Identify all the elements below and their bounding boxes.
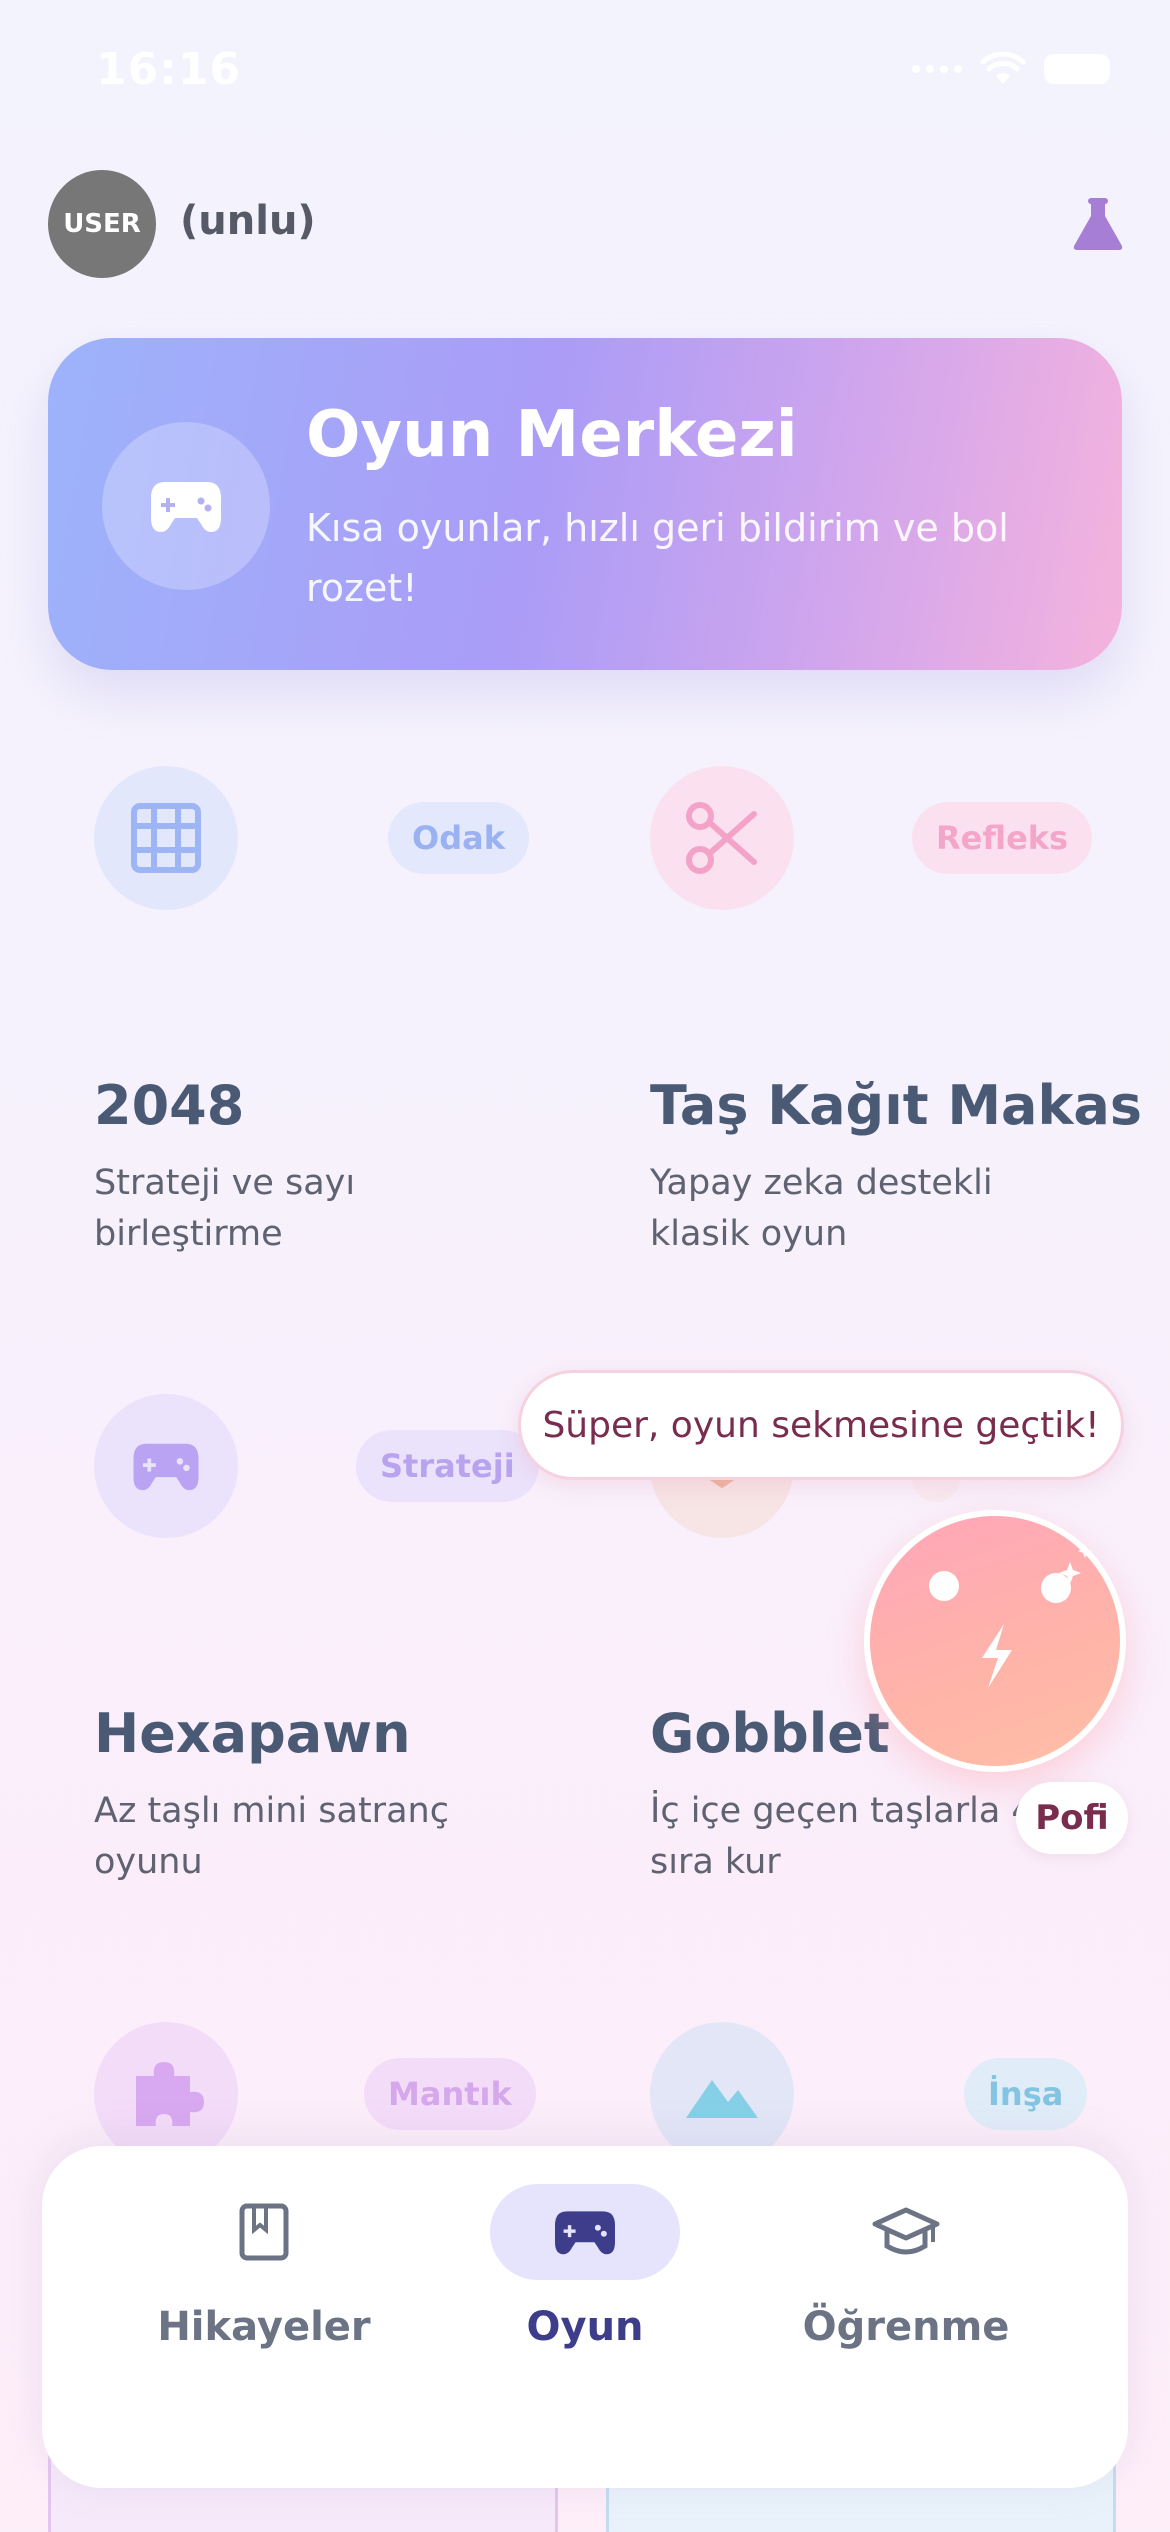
graduation-cap-icon	[811, 2184, 1001, 2280]
status-icons	[912, 52, 1110, 86]
grid-icon	[94, 766, 238, 910]
header: USER (unlu)	[0, 150, 1170, 310]
hero-title: Oyun Merkezi	[306, 398, 798, 472]
mountain-icon	[650, 2022, 794, 2166]
assistant-speech-bubble: Süper, oyun sekmesine geçtik!	[518, 1370, 1124, 1480]
tab-learning[interactable]: Öğrenme	[746, 2184, 1066, 2384]
game-tag: Refleks	[912, 802, 1093, 874]
status-time: 16:16	[96, 44, 242, 95]
wifi-icon	[980, 52, 1026, 84]
tab-label: Oyun	[526, 2304, 644, 2350]
flask-icon[interactable]	[1070, 196, 1126, 252]
tab-game[interactable]: Oyun	[425, 2184, 745, 2384]
game-tag: Mantık	[364, 2058, 536, 2130]
book-icon	[169, 2184, 359, 2280]
game-title: Gobblet	[650, 1702, 890, 1765]
game-description: Yapay zeka destekli klasik oyun	[650, 1163, 993, 1254]
tab-label: Öğrenme	[802, 2304, 1010, 2350]
game-card-2048[interactable]: Odak 2048 Strateji ve sayı birleştirme	[48, 766, 588, 1326]
hero-banner: Oyun Merkezi Kısa oyunlar, hızlı geri bi…	[48, 338, 1122, 670]
mascot-avatar[interactable]	[864, 1510, 1126, 1772]
puzzle-icon	[94, 2022, 238, 2166]
gamepad-icon	[490, 2184, 680, 2280]
avatar[interactable]: USER	[48, 170, 156, 278]
game-title: Taş Kağıt Makas	[650, 1074, 1142, 1137]
game-title: 2048	[94, 1074, 245, 1137]
mascot-name: Pofi	[1016, 1782, 1128, 1854]
tab-label: Hikayeler	[157, 2304, 371, 2350]
signal-icon	[912, 65, 962, 73]
game-tag: Odak	[388, 802, 529, 874]
battery-icon	[1044, 54, 1110, 84]
username: (unlu)	[180, 198, 316, 244]
game-title: Hexapawn	[94, 1702, 411, 1765]
gamepad-icon	[94, 1394, 238, 1538]
tab-stories[interactable]: Hikayeler	[104, 2184, 424, 2384]
game-description: Az taşlı mini satranç oyunu	[94, 1791, 449, 1882]
game-tag: İnşa	[964, 2058, 1088, 2130]
game-tag: Strateji	[356, 1430, 539, 1502]
game-description: İç içe geçen taşlarla 4'ü sıra kur	[650, 1791, 1066, 1882]
game-description: Strateji ve sayı birleştirme	[94, 1163, 356, 1254]
game-card-rock-paper-scissors[interactable]: Refleks Taş Kağıt Makas Yapay zeka deste…	[604, 766, 1144, 1326]
tab-bar: Hikayeler Oyun Öğrenme	[42, 2146, 1128, 2488]
game-card-hexapawn[interactable]: Strateji Hexapawn Az taşlı mini satranç …	[48, 1394, 588, 1954]
gamepad-icon	[102, 422, 270, 590]
status-bar: 16:16	[0, 0, 1170, 150]
hero-subtitle: Kısa oyunlar, hızlı geri bildirim ve bol…	[306, 506, 1009, 610]
scissors-icon	[650, 766, 794, 910]
